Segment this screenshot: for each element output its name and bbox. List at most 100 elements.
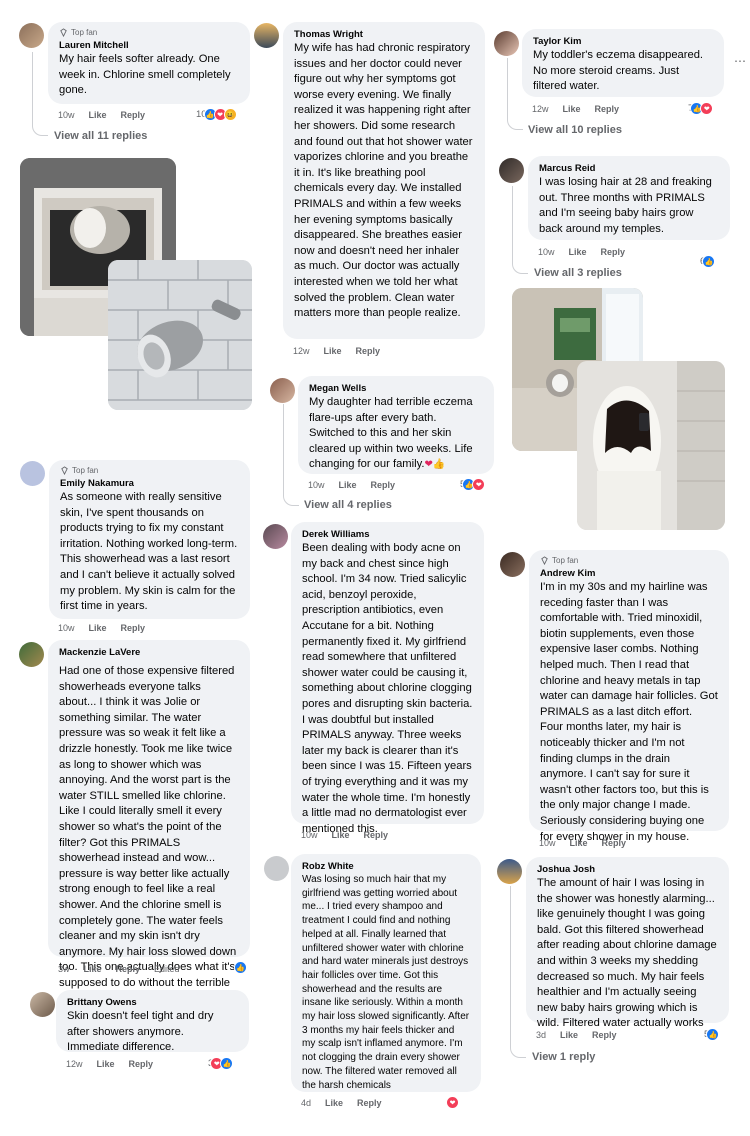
like-button[interactable]: Like <box>560 1030 578 1040</box>
avatar[interactable] <box>264 856 289 881</box>
comment-time[interactable]: 10w <box>538 247 555 257</box>
avatar[interactable] <box>254 23 279 48</box>
reaction-summary[interactable]: 7 👍 ❤ <box>688 102 714 115</box>
view-replies-link[interactable]: View all 10 replies <box>528 124 622 136</box>
reply-button[interactable]: Reply <box>116 964 141 974</box>
avatar[interactable] <box>497 859 522 884</box>
avatar[interactable] <box>270 378 295 403</box>
reply-button[interactable]: Reply <box>357 1098 382 1108</box>
like-button[interactable]: Like <box>332 830 350 840</box>
comment-time[interactable]: 10w <box>301 830 318 840</box>
like-button[interactable]: Like <box>339 480 357 490</box>
heart-emoji-icon: ❤ <box>424 459 433 471</box>
avatar[interactable] <box>494 31 519 56</box>
top-fan-badge-icon <box>60 28 67 37</box>
commenter-name[interactable]: Thomas Wright <box>294 28 474 41</box>
comment-text: Been dealing with body acne on my back a… <box>302 542 473 835</box>
reply-button[interactable]: Reply <box>356 346 381 356</box>
reaction-summary[interactable]: 5 👍 ❤ <box>460 478 486 491</box>
commenter-name[interactable]: Andrew Kim <box>540 567 718 580</box>
like-button[interactable]: Like <box>324 346 342 356</box>
avatar[interactable] <box>19 642 44 667</box>
comment-time[interactable]: 3d <box>536 1030 546 1040</box>
comment-bubble: Derek Williams Been dealing with body ac… <box>291 522 484 835</box>
reaction-summary[interactable]: 5 👍 <box>704 1028 720 1041</box>
reply-button[interactable]: Reply <box>364 830 389 840</box>
reaction-summary[interactable]: 6 👍 <box>700 255 716 268</box>
reply-button[interactable]: Reply <box>371 480 396 490</box>
commenter-name[interactable]: Marcus Reid <box>539 162 719 175</box>
comment-time[interactable]: 10w <box>539 838 556 848</box>
reaction-summary[interactable]: 3 ❤ 👍 <box>208 1057 234 1070</box>
avatar[interactable] <box>499 158 524 183</box>
commenter-name[interactable]: Brittany Owens <box>67 996 238 1009</box>
comment-text: My toddler's eczema disappeared. No more… <box>533 49 704 93</box>
comment-bubble: Megan Wells My daughter had terrible ecz… <box>298 376 494 474</box>
comment-time[interactable]: 12w <box>293 346 310 356</box>
like-button[interactable]: Like <box>569 247 587 257</box>
commenter-name[interactable]: Taylor Kim <box>533 35 713 48</box>
like-button[interactable]: Like <box>89 623 107 633</box>
top-fan-badge-icon <box>61 466 68 475</box>
comment-time[interactable]: 10w <box>58 623 75 633</box>
comment-photo-bathroom-selfie[interactable] <box>577 361 725 530</box>
reply-button[interactable]: Reply <box>602 838 627 848</box>
comment-time[interactable]: 12w <box>532 104 549 114</box>
like-reaction-icon: 👍 <box>706 1028 720 1041</box>
comment-time[interactable]: 12w <box>66 1059 83 1069</box>
view-replies-link[interactable]: View all 3 replies <box>534 267 622 279</box>
view-replies-link[interactable]: View all 4 replies <box>304 499 392 511</box>
reaction-summary[interactable]: ❤ <box>444 1096 459 1109</box>
comment-text: Skin doesn't feel tight and dry after sh… <box>67 1010 214 1054</box>
commenter-name[interactable]: Megan Wells <box>309 382 483 395</box>
reply-button[interactable]: Reply <box>121 623 146 633</box>
thumbs-up-emoji-icon: 👍 <box>432 459 446 471</box>
comment-actions: 12w Like Reply <box>532 104 619 114</box>
avatar[interactable] <box>20 461 45 486</box>
comment-photo-shower-wall[interactable] <box>108 260 252 410</box>
like-button[interactable]: Like <box>97 1059 115 1069</box>
avatar[interactable] <box>19 23 44 48</box>
top-fan-badge: Top fan <box>59 28 239 37</box>
comment-actions: 10w Like Reply <box>58 623 145 633</box>
comment-time[interactable]: 3w <box>58 964 70 974</box>
commenter-name[interactable]: Joshua Josh <box>537 863 718 876</box>
avatar[interactable] <box>500 552 525 577</box>
commenter-name[interactable]: Derek Williams <box>302 528 473 541</box>
reaction-summary[interactable]: 10 👍 ❤ 😆 <box>196 108 237 121</box>
comment-actions: 10w Like Reply <box>539 838 626 848</box>
thread-line <box>32 52 48 136</box>
comment-bubble: Thomas Wright My wife has had chronic re… <box>283 22 485 339</box>
comment-actions: 12w Like Reply <box>293 346 380 356</box>
reply-button[interactable]: Reply <box>121 110 146 120</box>
comment-actions: 3d Like Reply <box>536 1030 617 1040</box>
commenter-name[interactable]: Lauren Mitchell <box>59 39 239 52</box>
like-button[interactable]: Like <box>89 110 107 120</box>
reply-button[interactable]: Reply <box>595 104 620 114</box>
comment-time[interactable]: 4d <box>301 1098 311 1108</box>
thread-line <box>283 404 299 506</box>
bathroom-selfie-image <box>577 361 725 530</box>
comment-text: The amount of hair I was losing in the s… <box>537 877 717 1030</box>
comment-time[interactable]: 10w <box>58 110 75 120</box>
avatar[interactable] <box>30 992 55 1017</box>
comment-bubble: Top fan Andrew Kim I'm in my 30s and my … <box>529 550 729 843</box>
more-options-icon[interactable]: ⋯ <box>734 54 746 68</box>
comment-bubble: Joshua Josh The amount of hair I was los… <box>526 857 729 1029</box>
reaction-summary[interactable]: 👍 <box>232 961 247 974</box>
like-button[interactable]: Like <box>84 964 102 974</box>
view-replies-link[interactable]: View all 11 replies <box>54 130 147 142</box>
reply-button[interactable]: Reply <box>601 247 626 257</box>
like-button[interactable]: Like <box>325 1098 343 1108</box>
like-button[interactable]: Like <box>563 104 581 114</box>
comment-actions: 10w Like Reply <box>58 110 145 120</box>
commenter-name[interactable]: Robz White <box>302 860 470 873</box>
avatar[interactable] <box>263 524 288 549</box>
commenter-name[interactable]: Mackenzie LaVere <box>59 646 239 659</box>
like-button[interactable]: Like <box>570 838 588 848</box>
view-replies-link[interactable]: View 1 reply <box>532 1051 595 1063</box>
comment-time[interactable]: 10w <box>308 480 325 490</box>
commenter-name[interactable]: Emily Nakamura <box>60 477 239 490</box>
reply-button[interactable]: Reply <box>129 1059 154 1069</box>
reply-button[interactable]: Reply <box>592 1030 617 1040</box>
